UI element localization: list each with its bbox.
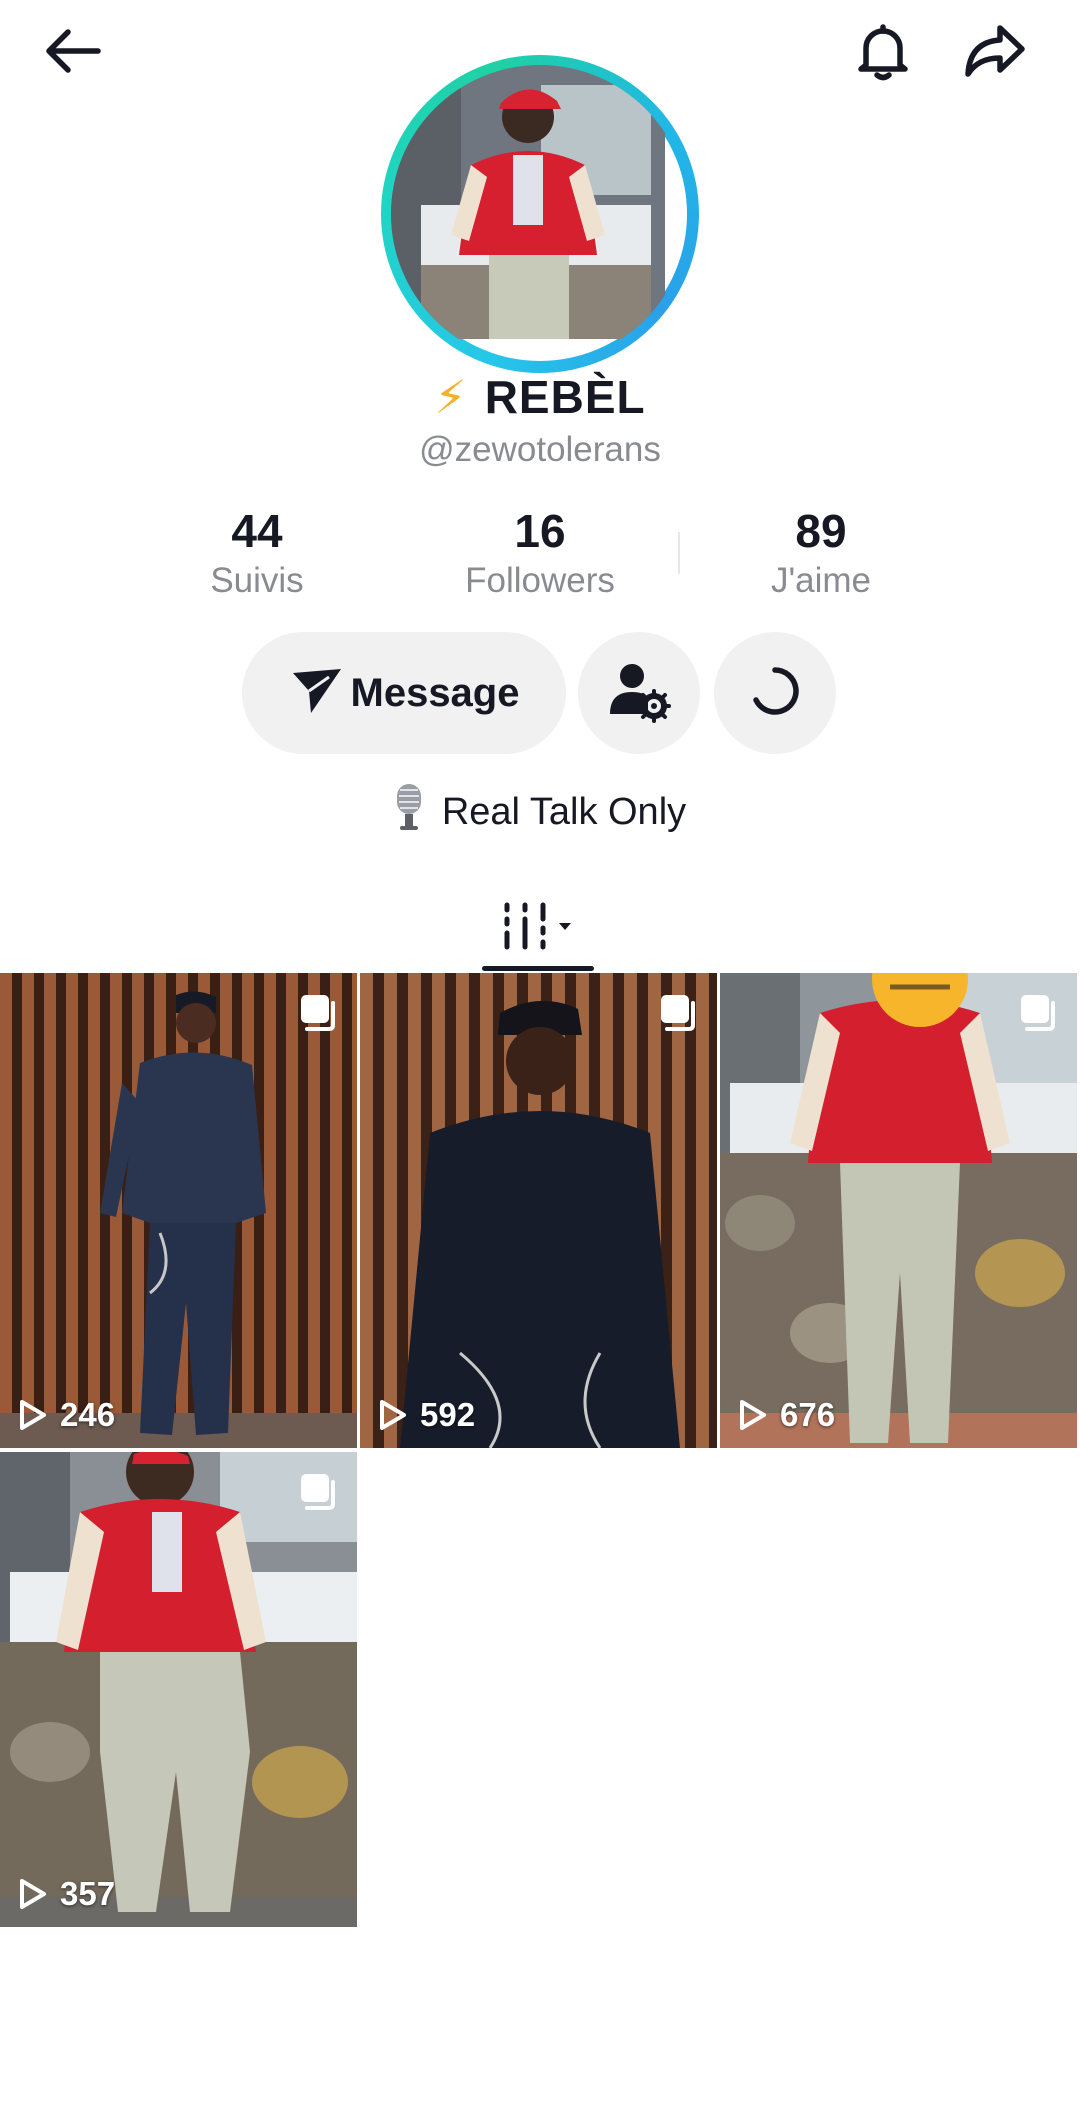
view-count-text: 246 (60, 1396, 116, 1433)
stat-followers-count: 16 (514, 505, 566, 557)
view-count: 246 (18, 1396, 115, 1434)
stat-following[interactable]: 44 Suivis (137, 506, 377, 601)
display-name-row: ⚡ REBÈL (0, 370, 1080, 424)
stat-followers-label: Followers (465, 560, 615, 600)
manage-account-button[interactable] (578, 632, 700, 754)
view-count-text: 676 (780, 1396, 836, 1433)
refresh-button[interactable] (714, 632, 836, 754)
view-count-text: 357 (60, 1875, 116, 1912)
video-thumbnail (720, 973, 1077, 1448)
view-count: 357 (18, 1875, 115, 1913)
stat-divider (678, 532, 680, 574)
video-thumbnail (0, 1452, 357, 1927)
play-icon (740, 1400, 766, 1430)
tab-videos-grid[interactable] (480, 885, 600, 970)
play-icon (20, 1400, 46, 1430)
microphone-icon (394, 782, 424, 842)
view-count: 676 (738, 1396, 835, 1434)
play-icon (20, 1879, 46, 1909)
avatar-photo (391, 65, 689, 363)
multi-photo-icon (657, 993, 697, 1033)
back-button[interactable] (28, 8, 118, 98)
notification-bell-button[interactable] (838, 8, 928, 98)
video-tile[interactable]: 592 (360, 973, 717, 1448)
video-thumbnail (0, 973, 357, 1448)
bell-icon (850, 18, 916, 89)
arrow-left-icon (40, 18, 106, 89)
play-icon (380, 1400, 406, 1430)
video-tile[interactable]: 676 (720, 973, 1077, 1448)
lightning-icon: ⚡ (434, 370, 467, 424)
video-tile[interactable]: 246 (0, 973, 357, 1448)
stat-likes-label: J'aime (770, 560, 872, 600)
send-icon (289, 663, 345, 724)
display-name: REBÈL (484, 371, 646, 423)
stat-following-count: 44 (231, 505, 283, 557)
grid-filter-icon (495, 895, 585, 960)
share-button[interactable] (950, 8, 1040, 98)
video-thumbnail (360, 973, 717, 1448)
bio-text: Real Talk Only (441, 790, 687, 833)
stat-likes-count: 89 (795, 505, 847, 557)
user-settings-icon (606, 658, 672, 729)
bio: Real Talk Only (0, 782, 1080, 842)
stat-following-label: Suivis (210, 560, 304, 600)
multi-photo-icon (297, 993, 337, 1033)
video-tile[interactable]: 357 (0, 1452, 357, 1927)
tab-active-indicator (482, 966, 594, 971)
username-handle: @zewotolerans (419, 430, 661, 469)
loading-spinner-icon (748, 664, 802, 723)
share-arrow-icon (960, 18, 1030, 89)
multi-photo-icon (1017, 993, 1057, 1033)
stat-likes[interactable]: 89 J'aime (701, 506, 941, 601)
stat-followers[interactable]: 16 Followers (420, 506, 660, 601)
message-button[interactable]: Message (242, 632, 566, 754)
multi-photo-icon (297, 1472, 337, 1512)
view-count-text: 592 (420, 1396, 476, 1433)
profile-avatar[interactable] (381, 55, 699, 373)
message-button-label: Message (350, 670, 520, 715)
view-count: 592 (378, 1396, 475, 1434)
